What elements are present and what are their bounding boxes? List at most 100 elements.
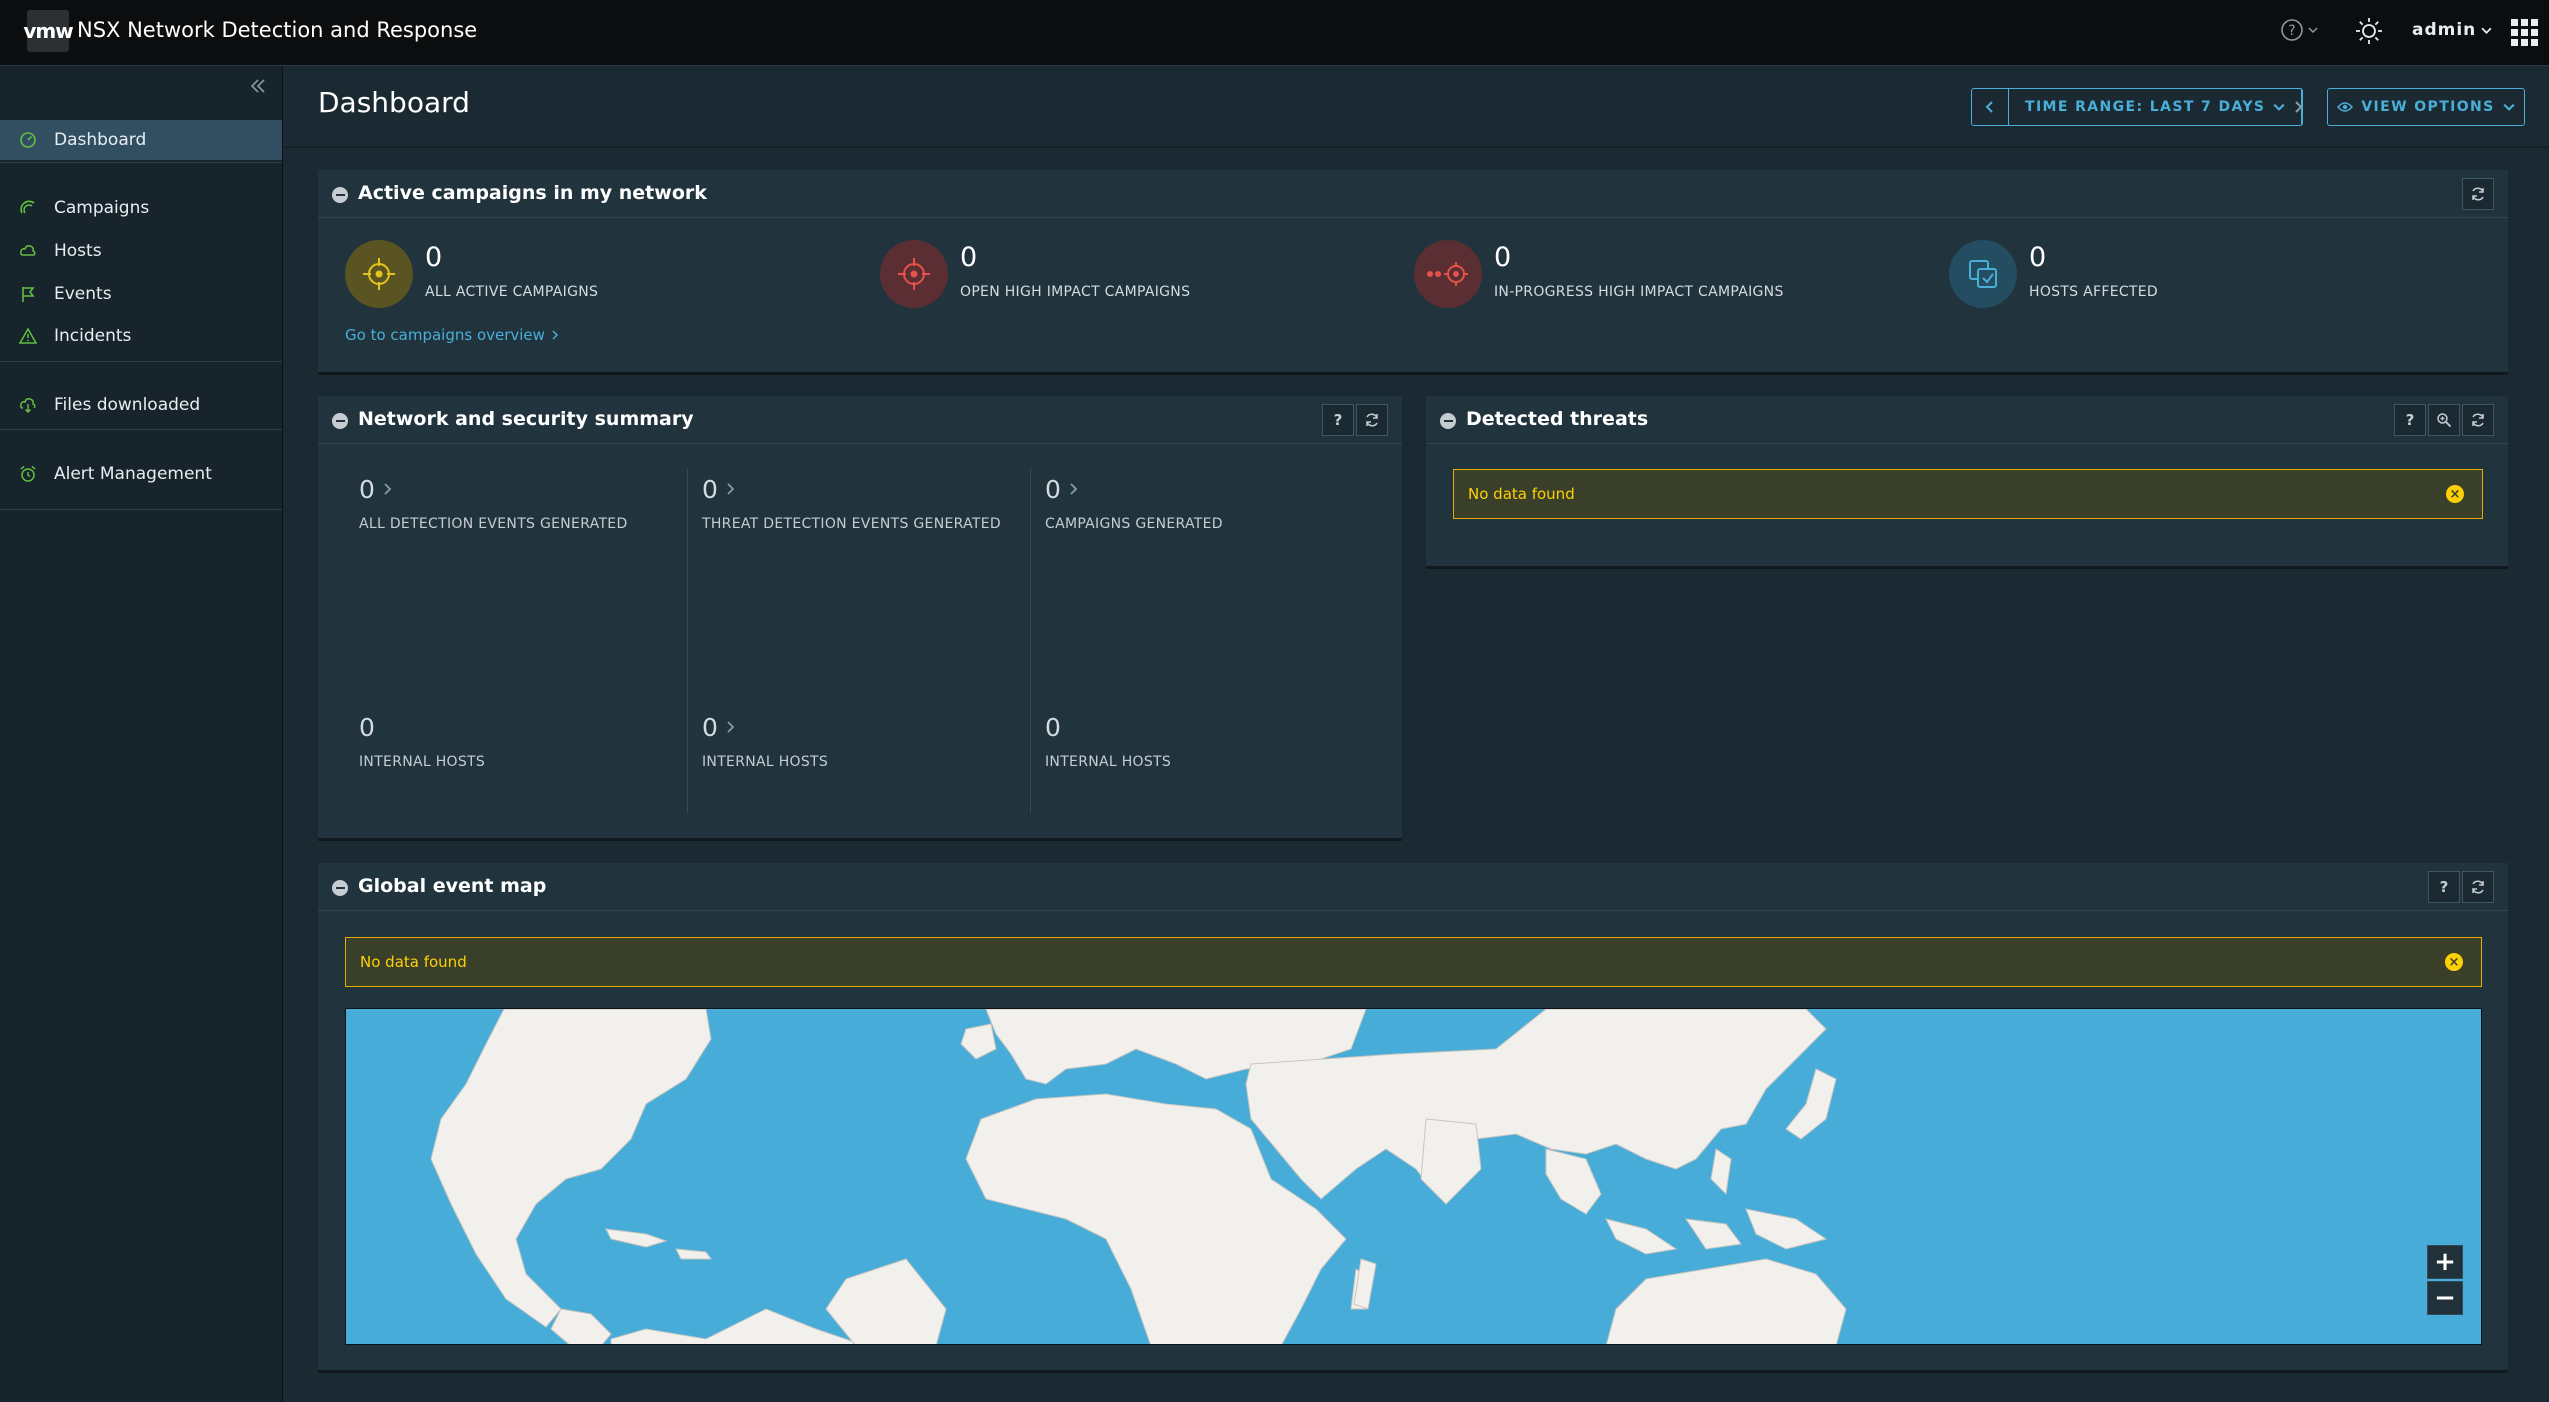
vmware-logo[interactable]: vmw xyxy=(23,10,74,52)
help-button[interactable]: ? xyxy=(2428,871,2460,903)
close-alert-icon[interactable]: × xyxy=(2446,485,2464,503)
help-button[interactable]: ? xyxy=(2394,404,2426,436)
collapse-icon[interactable] xyxy=(1440,413,1456,429)
hosts-icon xyxy=(18,241,38,261)
active-campaigns-card: Active campaigns in my network 0 ALL ACT… xyxy=(318,170,2508,375)
sidebar-item-campaigns[interactable]: Campaigns xyxy=(0,188,282,228)
sidebar-divider xyxy=(0,361,282,362)
sidebar-item-incidents[interactable]: Incidents xyxy=(0,316,282,356)
refresh-icon xyxy=(2470,879,2486,895)
question-icon: ? xyxy=(2405,411,2415,429)
sidebar-item-hosts[interactable]: Hosts xyxy=(0,231,282,271)
global-event-map-card: Global event map ? No data found × + − xyxy=(318,863,2508,1373)
time-range-prev-button[interactable] xyxy=(1972,89,2008,125)
sidebar-divider xyxy=(0,509,282,510)
stat-label: HOSTS AFFECTED xyxy=(2029,284,2159,300)
time-range-control: TIME RANGE: LAST 7 DAYS xyxy=(1971,88,2304,126)
collapse-sidebar-button[interactable] xyxy=(248,76,268,96)
sidebar-divider xyxy=(0,162,282,163)
sidebar-item-files-downloaded[interactable]: Files downloaded xyxy=(0,385,282,425)
refresh-icon xyxy=(2470,186,2486,202)
user-name: admin xyxy=(2412,20,2477,40)
question-icon: ? xyxy=(1333,411,1343,429)
app-title[interactable]: NSX Network Detection and Response xyxy=(77,18,477,42)
stat-label: OPEN HIGH IMPACT CAMPAIGNS xyxy=(960,284,1191,300)
summary-label: CAMPAIGNS GENERATED xyxy=(1045,516,1223,532)
campaigns-icon xyxy=(18,198,38,218)
card-title: Active campaigns in my network xyxy=(358,182,707,204)
stat-all-active-campaigns[interactable]: 0 ALL ACTIVE CAMPAIGNS xyxy=(345,240,845,310)
summary-label: INTERNAL HOSTS xyxy=(1045,754,1172,770)
summary-internal-hosts[interactable]: 0 INTERNAL HOSTS xyxy=(702,712,1044,771)
map-zoom-in-button[interactable]: + xyxy=(2427,1245,2463,1279)
chevron-right-icon xyxy=(726,720,735,734)
page-title: Dashboard xyxy=(318,86,470,119)
map-zoom-out-button[interactable]: − xyxy=(2427,1281,2463,1315)
summary-all-detection-events[interactable]: 0 ALL DETECTION EVENTS GENERATED xyxy=(359,474,701,533)
help-button[interactable]: ? xyxy=(1322,404,1354,436)
collapse-icon[interactable] xyxy=(332,880,348,896)
magnifier-icon xyxy=(2436,412,2452,428)
sidebar-item-label: Events xyxy=(54,284,112,304)
sidebar-item-label: Incidents xyxy=(54,326,132,346)
collapse-icon[interactable] xyxy=(332,187,348,203)
user-menu[interactable]: admin xyxy=(2412,20,2492,40)
campaigns-overview-link[interactable]: Go to campaigns overview xyxy=(345,326,559,344)
dashboard-icon xyxy=(18,130,38,150)
chevron-right-icon xyxy=(726,482,735,496)
top-header: vmw NSX Network Detection and Response ?… xyxy=(0,0,2549,66)
collapse-icon[interactable] xyxy=(332,413,348,429)
chevron-right-icon xyxy=(1069,482,1078,496)
sidebar-item-alert-management[interactable]: Alert Management xyxy=(0,454,282,494)
sidebar-item-label: Dashboard xyxy=(54,130,147,150)
stat-in-progress-high-impact-campaigns[interactable]: 0 IN-PROGRESS HIGH IMPACT CAMPAIGNS xyxy=(1414,240,1914,310)
hosts-affected-icon xyxy=(1949,240,2017,308)
theme-toggle-button[interactable] xyxy=(2355,17,2383,45)
stat-open-high-impact-campaigns[interactable]: 0 OPEN HIGH IMPACT CAMPAIGNS xyxy=(880,240,1380,310)
card-title: Network and security summary xyxy=(358,408,694,430)
alert-message: No data found xyxy=(1468,485,1575,503)
chevron-right-icon xyxy=(551,330,559,340)
refresh-icon xyxy=(2470,412,2486,428)
link-label: Go to campaigns overview xyxy=(345,326,545,344)
target-progress-icon xyxy=(1414,240,1482,308)
question-icon: ? xyxy=(2439,878,2449,896)
chevron-down-icon xyxy=(2481,25,2492,36)
help-menu[interactable]: ? xyxy=(2280,18,2318,42)
stat-value: 0 xyxy=(2029,242,2047,273)
refresh-button[interactable] xyxy=(2462,871,2494,903)
stat-value: 0 xyxy=(960,242,978,273)
help-icon: ? xyxy=(2280,18,2304,42)
view-options-label: VIEW OPTIONS xyxy=(2361,99,2495,115)
sidebar-item-label: Alert Management xyxy=(54,464,212,484)
card-title: Detected threats xyxy=(1466,408,1649,430)
summary-label: THREAT DETECTION EVENTS GENERATED xyxy=(702,516,1001,532)
detected-threats-card: Detected threats ? No data found × xyxy=(1426,396,2508,569)
time-range-dropdown[interactable]: TIME RANGE: LAST 7 DAYS xyxy=(2008,89,2303,125)
cloud-download-icon xyxy=(18,395,38,415)
refresh-button[interactable] xyxy=(2462,404,2494,436)
refresh-button[interactable] xyxy=(2462,178,2494,210)
alarm-clock-icon xyxy=(18,464,38,484)
summary-value: 0 xyxy=(359,712,375,742)
world-map[interactable]: + − xyxy=(345,1008,2482,1345)
view-options-button[interactable]: VIEW OPTIONS xyxy=(2327,88,2525,126)
svg-text:?: ? xyxy=(2288,23,2295,39)
chevron-right-icon xyxy=(2292,100,2304,114)
stat-value: 0 xyxy=(1494,242,1512,273)
chevron-right-icon xyxy=(383,482,392,496)
summary-campaigns-generated[interactable]: 0 CAMPAIGNS GENERATED xyxy=(1045,474,1387,533)
eye-icon xyxy=(2337,101,2354,113)
sidebar-item-events[interactable]: Events xyxy=(0,274,282,314)
time-range-next-button[interactable] xyxy=(2281,88,2315,126)
close-alert-icon[interactable]: × xyxy=(2445,953,2463,971)
sun-icon xyxy=(2355,17,2383,45)
card-header: Global event map ? xyxy=(318,863,2508,911)
stat-hosts-affected[interactable]: 0 HOSTS AFFECTED xyxy=(1949,240,2449,310)
apps-grid-icon[interactable] xyxy=(2511,19,2539,47)
header-divider xyxy=(284,146,2549,148)
summary-threat-detection-events[interactable]: 0 THREAT DETECTION EVENTS GENERATED xyxy=(702,474,1044,533)
refresh-button[interactable] xyxy=(1356,404,1388,436)
zoom-button[interactable] xyxy=(2428,404,2460,436)
sidebar-item-dashboard[interactable]: Dashboard xyxy=(0,120,282,160)
